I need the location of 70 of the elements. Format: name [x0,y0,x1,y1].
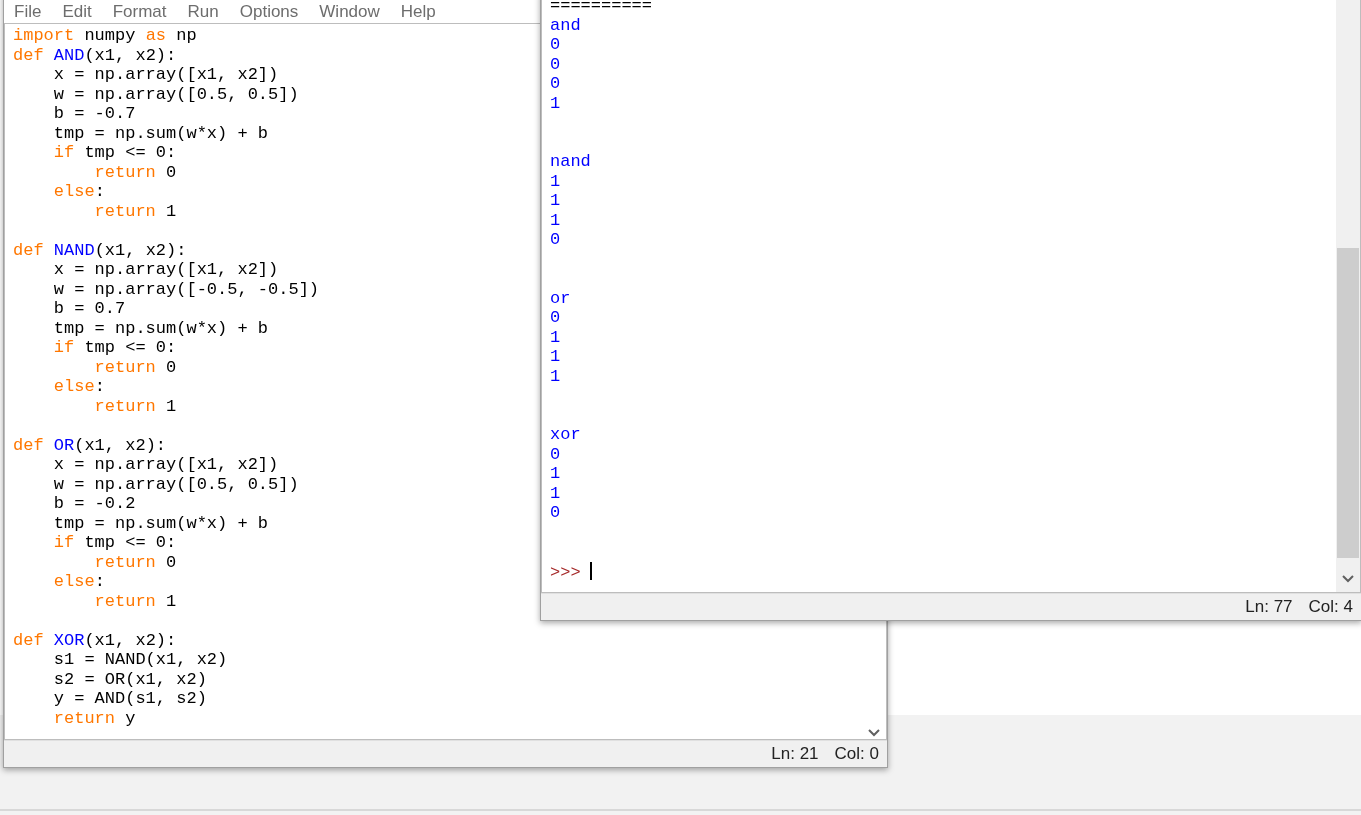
code-line: tmp = np.sum(w*x) + b [52,123,269,143]
code-line: if tmp <= 0: [52,533,177,553]
code-line: else: [52,182,105,202]
shell-output-line: 0 [550,74,561,94]
menu-item[interactable]: Run [177,1,230,23]
code-line: b = 0.7 [52,299,126,319]
code-line: import numpy as np [13,26,197,46]
code-line: tmp = np.sum(w*x) + b [52,318,269,338]
menu-item[interactable]: Help [390,1,447,23]
code-line: def AND(x1, x2): [13,45,177,65]
line-number-status: Ln: 21 [771,744,819,764]
shell-output-line: 1 [550,464,561,484]
code-line: else: [52,572,105,592]
code-line: else: [52,377,105,397]
shell-output-line: 1 [550,191,561,211]
code-line: b = -0.2 [52,494,136,514]
code-line: tmp = np.sum(w*x) + b [52,513,269,533]
code-line: w = np.array([-0.5, -0.5]) [52,279,320,299]
code-line: def OR(x1, x2): [13,435,167,455]
code-line: return 0 [93,162,177,182]
code-line: s1 = NAND(x1, x2) [52,650,228,670]
code-line: if tmp <= 0: [52,143,177,163]
code-line: return 1 [93,591,177,611]
shell-output-line: 0 [550,308,561,328]
column-number-status: Col: 4 [1308,597,1353,617]
shell-output-line: or [550,288,571,308]
menu-item[interactable]: Window [309,1,391,23]
code-line: return y [52,708,136,728]
shell-output-line: 1 [550,347,561,367]
code-line: b = -0.7 [52,104,136,124]
line-number-status: Ln: 77 [1245,597,1293,617]
code-line: y = AND(s1, s2) [52,689,207,709]
menu-item[interactable]: File [4,1,53,23]
shell-output-line: 0 [550,54,561,74]
menu-item[interactable]: Options [229,1,310,23]
shell-output-line: 0 [550,444,561,464]
shell-output-line: 1 [550,483,561,503]
code-line: return 0 [93,552,177,572]
code-line: if tmp <= 0: [52,338,177,358]
shell-output-line: 1 [550,93,561,113]
shell-output-line: nand [550,152,591,172]
shell-output-line: and [550,15,581,35]
shell-output-line: 0 [550,230,561,250]
chevron-down-icon[interactable] [1342,575,1354,583]
menu-item[interactable]: Edit [52,1,103,23]
code-line: x = np.array([x1, x2]) [52,260,279,280]
chevron-down-icon[interactable] [868,729,880,737]
code-line: x = np.array([x1, x2]) [52,65,279,85]
text-cursor [589,561,592,580]
shell-output-line: 0 [550,35,561,55]
column-number-status: Col: 0 [834,744,879,764]
shell-output-line: 1 [550,327,561,347]
code-line: x = np.array([x1, x2]) [52,455,279,475]
code-line: s2 = OR(x1, x2) [52,669,207,689]
shell-output-line: 1 [550,171,561,191]
scrollbar-thumb[interactable] [1337,248,1359,558]
code-line: def XOR(x1, x2): [13,630,177,650]
shell-prompt: >>> [550,562,581,582]
code-line: return 1 [93,201,177,221]
menu-item[interactable]: Format [102,1,178,23]
code-line: def NAND(x1, x2): [13,240,187,260]
shell-output-line: xor [550,425,581,445]
code-line: return 0 [93,357,177,377]
code-line: w = np.array([0.5, 0.5]) [52,474,299,494]
shell-output-line: 0 [550,503,561,523]
shell-output-line: ========== [550,0,653,16]
shell-output-line: 1 [550,210,561,230]
code-line: w = np.array([0.5, 0.5]) [52,84,299,104]
code-line: return 1 [93,396,177,416]
shell-output-line: 1 [550,366,561,386]
